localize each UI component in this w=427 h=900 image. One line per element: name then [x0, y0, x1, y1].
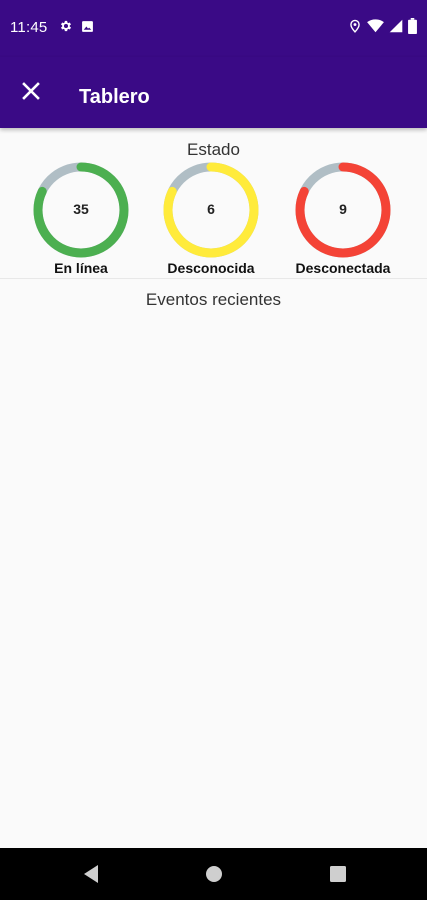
gauge-label: Desconectada — [295, 260, 391, 276]
close-button[interactable] — [12, 72, 50, 110]
signal-icon — [389, 19, 403, 33]
status-bar: 11:45 — [0, 0, 427, 57]
navigation-bar — [0, 848, 427, 900]
app-bar: Tablero — [0, 57, 427, 128]
gauge-value: 35 — [73, 201, 89, 217]
location-icon — [348, 18, 362, 34]
status-time: 11:45 — [10, 19, 48, 36]
gauge-value: 9 — [339, 201, 347, 217]
gauge-label: En línea — [54, 260, 108, 276]
image-icon — [81, 20, 94, 33]
section-divider — [0, 278, 427, 279]
gauge-disconnected[interactable]: 9 Desconectada — [283, 160, 403, 276]
status-icons-left — [59, 19, 94, 33]
page-title: Tablero — [79, 86, 150, 108]
gauge-label: Desconocida — [167, 260, 255, 276]
events-section-title: Eventos recientes — [145, 290, 282, 309]
battery-icon — [408, 18, 417, 34]
gauge-online[interactable]: 35 En línea — [21, 160, 141, 276]
wifi-icon — [367, 19, 384, 33]
home-button[interactable] — [205, 864, 223, 889]
dashboard-content: Estado 35 En línea 6 Desconocida 9 Desco… — [0, 128, 427, 848]
back-icon — [84, 865, 98, 883]
close-icon — [22, 82, 40, 100]
settings-icon — [59, 19, 73, 33]
status-icons-right — [348, 18, 417, 34]
recents-button[interactable] — [329, 864, 347, 889]
back-button[interactable] — [82, 864, 100, 889]
home-icon — [206, 866, 222, 882]
recents-icon — [330, 866, 346, 882]
gauge-unknown[interactable]: 6 Desconocida — [151, 160, 271, 276]
gauge-value: 6 — [207, 201, 215, 217]
status-section-title: Estado — [187, 140, 240, 159]
